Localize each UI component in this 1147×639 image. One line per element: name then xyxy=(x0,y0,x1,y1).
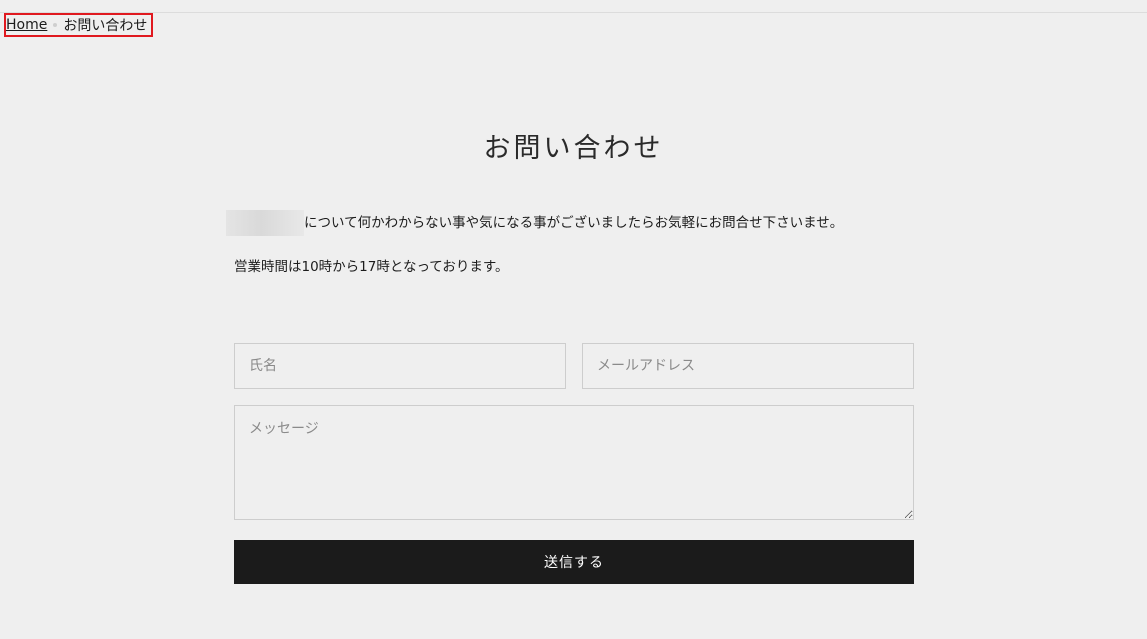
page-title: お問い合わせ xyxy=(483,133,664,164)
email-input[interactable] xyxy=(582,343,914,389)
breadcrumb-home-link[interactable]: Home xyxy=(6,17,47,33)
intro-text: について何かわからない事や気になる事がございましたらお気軽にお問合せ下さいませ。 xyxy=(304,215,844,231)
intro-paragraph: について何かわからない事や気になる事がございましたらお気軽にお問合せ下さいませ。 xyxy=(226,210,926,236)
breadcrumb-current: お問い合わせ xyxy=(63,18,148,34)
breadcrumb-separator-icon xyxy=(53,23,58,27)
message-textarea[interactable] xyxy=(234,405,914,520)
name-input[interactable] xyxy=(234,343,566,389)
contact-page: Home お問い合わせ お問い合わせ について何かわからない事や気になる事がござ… xyxy=(0,0,1147,639)
submit-button[interactable]: 送信する xyxy=(234,540,914,584)
breadcrumb: Home お問い合わせ xyxy=(4,13,154,37)
business-hours-text: 営業時間は10時から17時となっております。 xyxy=(234,259,509,275)
redacted-shop-name xyxy=(226,210,304,236)
header-divider xyxy=(0,12,1147,13)
